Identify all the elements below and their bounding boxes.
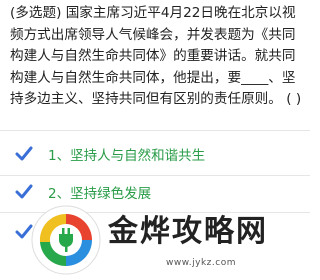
divider — [0, 130, 310, 131]
option-label: 2、坚持绿色发展 — [48, 186, 152, 202]
watermark-plug-icon — [31, 205, 101, 275]
watermark-url: www.jykz.com — [166, 258, 236, 268]
checkbox-checked-icon[interactable] — [15, 145, 33, 163]
checkbox-checked-icon[interactable] — [15, 183, 33, 201]
watermark-logo: 金烨攻略网 www.jykz.com — [28, 200, 320, 280]
option-label: 1、坚持人与自然和谐共生 — [48, 148, 206, 164]
watermark-title: 金烨攻略网 — [108, 214, 268, 249]
question-text: (多选题) 国家主席习近平4月22日晚在北京以视频方式出席领导人气候峰会，并发表… — [10, 5, 302, 107]
option-1[interactable]: 1、坚持人与自然和谐共生 — [0, 136, 310, 172]
